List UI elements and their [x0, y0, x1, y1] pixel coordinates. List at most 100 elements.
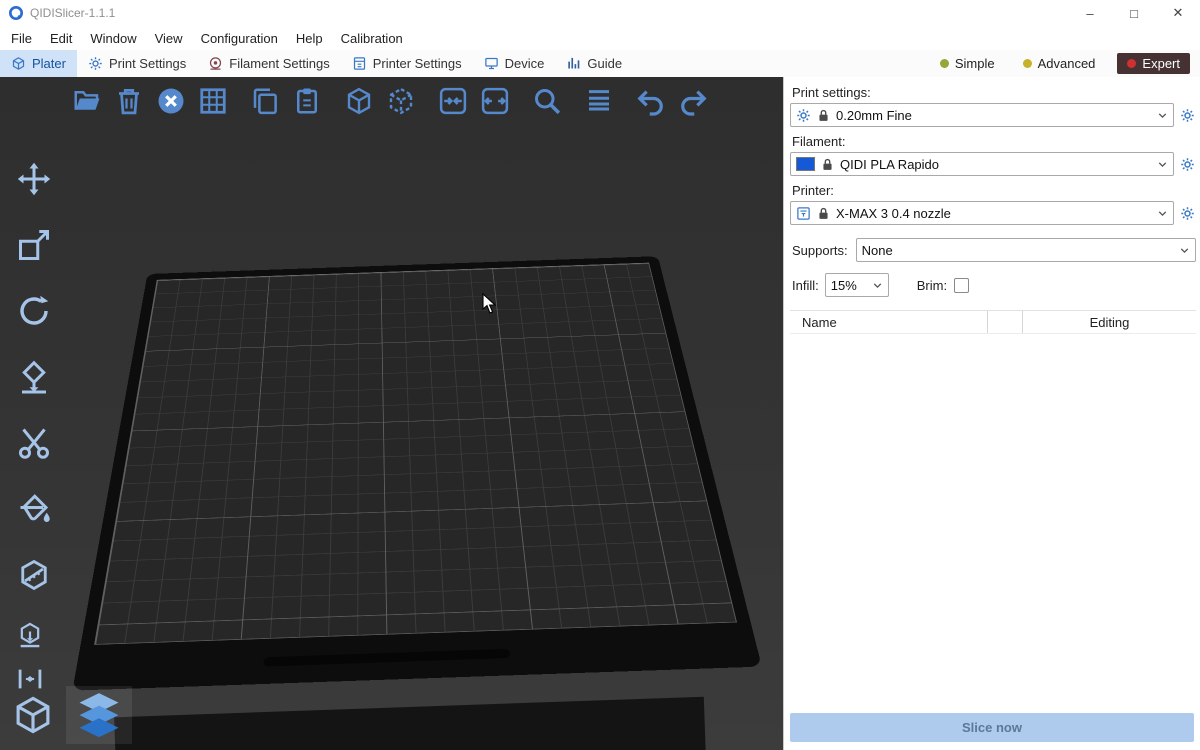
scale-button[interactable]	[10, 223, 58, 271]
printer-value: X-MAX 3 0.4 nozzle	[836, 206, 1151, 221]
tab-filament-settings[interactable]: Filament Settings	[197, 50, 340, 77]
brim-checkbox[interactable]	[954, 278, 969, 293]
paste-icon	[292, 86, 322, 121]
delete-button[interactable]	[108, 82, 150, 124]
variable-layer-height-button[interactable]	[578, 82, 620, 124]
object-table: Name Editing	[790, 310, 1196, 706]
print-settings-gear-button[interactable]	[1178, 108, 1196, 123]
scene	[0, 77, 783, 750]
menu-edit[interactable]: Edit	[41, 26, 81, 50]
printer-gear-button[interactable]	[1178, 206, 1196, 221]
layer-height-icon	[584, 86, 614, 121]
brim-label: Brim:	[917, 278, 947, 293]
tab-label: Plater	[32, 56, 66, 71]
delete-all-button[interactable]	[150, 82, 192, 124]
column-header-extruder	[987, 311, 1022, 333]
tab-plater[interactable]: Plater	[0, 50, 77, 77]
gizmo-toolbar	[10, 157, 58, 707]
remove-instance-button[interactable]	[474, 82, 516, 124]
support-paint-button[interactable]	[10, 487, 58, 535]
drop-to-bed-button[interactable]	[10, 619, 50, 655]
tab-label: Print Settings	[109, 56, 186, 71]
column-header-name: Name	[790, 311, 987, 333]
copy-button[interactable]	[244, 82, 286, 124]
filament-label: Filament:	[792, 134, 1196, 149]
printer-row: X-MAX 3 0.4 nozzle	[790, 201, 1196, 225]
measure-button[interactable]	[10, 553, 58, 601]
editor-view-icon	[12, 694, 54, 741]
move-icon	[16, 161, 52, 202]
move-button[interactable]	[10, 157, 58, 205]
tab-printer-settings[interactable]: Printer Settings	[341, 50, 473, 77]
cut-button[interactable]	[10, 421, 58, 469]
mode-simple[interactable]: Simple	[934, 53, 1001, 74]
rotate-button[interactable]	[10, 289, 58, 337]
menu-help[interactable]: Help	[287, 26, 332, 50]
mode-label: Advanced	[1038, 56, 1096, 71]
tab-device[interactable]: Device	[473, 50, 556, 77]
app-window: QIDISlicer-1.1.1 – □ ✕ FileEditWindowVie…	[0, 0, 1200, 750]
support-paint-icon	[16, 491, 52, 532]
gear-icon	[796, 108, 811, 123]
undo-button[interactable]	[630, 82, 672, 124]
slice-now-button[interactable]: Slice now	[790, 713, 1194, 742]
tab-label: Printer Settings	[373, 56, 462, 71]
print-settings-value: 0.20mm Fine	[836, 108, 1151, 123]
close-button[interactable]: ✕	[1156, 0, 1200, 26]
editor-view-button[interactable]	[6, 690, 60, 744]
filament-value: QIDI PLA Rapido	[840, 157, 1151, 172]
delete-icon	[114, 86, 144, 121]
filament-row: QIDI PLA Rapido	[790, 152, 1196, 176]
split-to-parts-button[interactable]	[380, 82, 422, 124]
plater-icon	[11, 56, 26, 71]
copy-icon	[250, 86, 280, 121]
split-objects-icon	[344, 86, 374, 121]
arrange-button[interactable]	[192, 82, 234, 124]
print-settings-icon	[88, 56, 103, 71]
lock-icon	[820, 157, 835, 172]
paste-button[interactable]	[286, 82, 328, 124]
view-switch	[6, 686, 132, 744]
minimize-button[interactable]: –	[1068, 0, 1112, 26]
filament-combo[interactable]: QIDI PLA Rapido	[790, 152, 1174, 176]
object-list[interactable]	[790, 334, 1196, 706]
menu-view[interactable]: View	[146, 26, 192, 50]
menu-window[interactable]: Window	[81, 26, 145, 50]
mode-expert[interactable]: Expert	[1117, 53, 1190, 74]
mode-label: Expert	[1142, 56, 1180, 71]
infill-value: 15%	[831, 278, 866, 293]
bed-front-slot	[263, 649, 510, 667]
infill-combo[interactable]: 15%	[825, 273, 889, 297]
add-instance-button[interactable]	[432, 82, 474, 124]
preview-icon	[73, 687, 125, 744]
split-to-objects-button[interactable]	[338, 82, 380, 124]
redo-button[interactable]	[672, 82, 714, 124]
supports-combo[interactable]: None	[856, 238, 1196, 262]
search-button[interactable]	[526, 82, 568, 124]
chevron-down-icon	[1156, 158, 1169, 171]
filament-gear-button[interactable]	[1178, 157, 1196, 172]
main-area: Print settings: 0.20mm Fine Filament: QI…	[0, 77, 1200, 750]
mode-advanced[interactable]: Advanced	[1017, 53, 1102, 74]
print-settings-combo[interactable]: 0.20mm Fine	[790, 103, 1174, 127]
printer-combo[interactable]: X-MAX 3 0.4 nozzle	[790, 201, 1174, 225]
print-bed-wrapper	[0, 77, 783, 740]
measure-icon	[16, 557, 52, 598]
tab-print-settings[interactable]: Print Settings	[77, 50, 197, 77]
place-on-face-button[interactable]	[10, 355, 58, 403]
menu-calibration[interactable]: Calibration	[332, 26, 412, 50]
open-button[interactable]	[66, 82, 108, 124]
maximize-button[interactable]: □	[1112, 0, 1156, 26]
printer-icon	[796, 206, 811, 221]
supports-row: Supports: None	[790, 238, 1196, 262]
menu-bar: FileEditWindowViewConfigurationHelpCalib…	[0, 26, 1200, 50]
menu-file[interactable]: File	[2, 26, 41, 50]
tab-guide[interactable]: Guide	[555, 50, 633, 77]
cut-icon	[16, 425, 52, 466]
menu-configuration[interactable]: Configuration	[192, 26, 287, 50]
object-table-header: Name Editing	[790, 311, 1196, 334]
supports-label: Supports:	[792, 243, 848, 258]
preview-view-button[interactable]	[66, 686, 132, 744]
viewport-3d[interactable]	[0, 77, 783, 750]
print-bed	[72, 256, 762, 690]
